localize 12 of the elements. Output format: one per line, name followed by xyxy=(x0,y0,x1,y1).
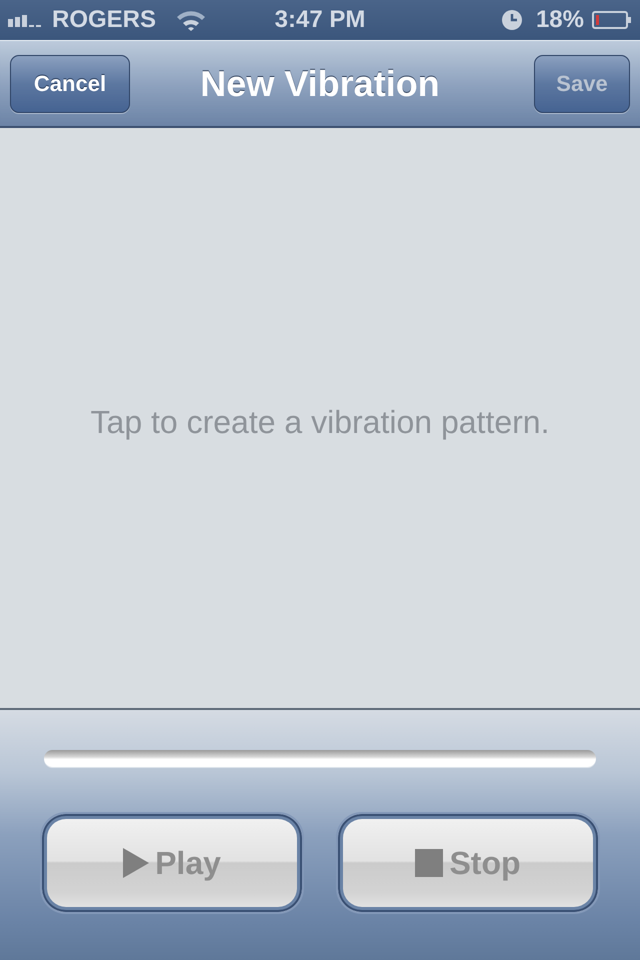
play-icon xyxy=(123,848,150,878)
clock-icon xyxy=(502,10,522,30)
wifi-icon xyxy=(176,9,206,31)
battery-icon xyxy=(592,11,632,29)
hint-text: Tap to create a vibration pattern. xyxy=(90,404,550,440)
cancel-button[interactable]: Cancel xyxy=(10,54,130,112)
tap-area[interactable]: Tap to create a vibration pattern. xyxy=(0,128,640,708)
screen-title: New Vibration xyxy=(199,62,441,104)
carrier-name: ROGERS xyxy=(52,6,156,34)
battery-percentage: 18% xyxy=(536,6,584,34)
status-time: 3:47 PM xyxy=(274,6,366,33)
stop-icon xyxy=(415,849,444,877)
